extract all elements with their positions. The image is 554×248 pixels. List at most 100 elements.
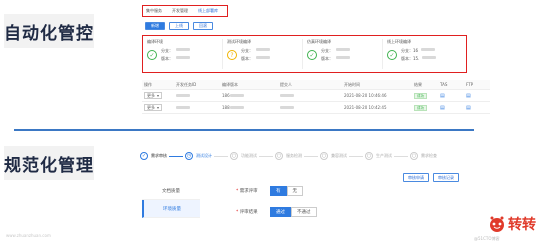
circle-icon: ○ [320,152,328,160]
check-icon: ✓ [140,152,148,160]
document-icon[interactable]: ▤ [466,93,471,99]
document-icon[interactable]: ▤ [466,105,471,111]
status-badge: 成功 [414,92,427,99]
deploy-button[interactable]: 上线 [169,22,189,30]
table-row: 更多 ▾ 188 2021-08-20 10:42:45 成功 ▤ ▤ [142,102,490,114]
form-label: * 评审结果 [236,210,258,215]
document-icon[interactable]: ▤ [440,105,445,111]
rollback-button[interactable]: 回滚 [193,22,213,30]
tab-central-service[interactable]: 集中服务 [146,8,162,14]
build-version: 186 [222,93,280,98]
form-label: * 需求评审 [236,189,258,194]
check-circle-icon: ✓ [307,50,317,60]
quality-sidenav: 文档质量 环境质量 [142,182,200,218]
form-row-requirement-review: * 需求评审 有 无 [236,186,317,196]
column-header: 操作 [144,81,152,87]
start-time: 2021-08-20 10:42:45 [344,105,387,110]
submitter [280,105,344,110]
env-title: 测试环境编译 [227,39,251,44]
warning-circle-icon: ? [227,50,237,60]
env-version: 版本： [321,56,333,61]
chevron-down-icon: ▾ [157,93,160,98]
step-function-test[interactable]: ○ 功能测试 [230,152,257,160]
env-card[interactable]: 仿真环境编译 ✓ 分支： 版本： [307,39,383,69]
env-card[interactable]: 测试环境编译 ? 分支： 版本： [227,39,303,69]
tab-online-deploy[interactable]: 线上部署库 [198,8,218,14]
env-branch: 分支： [161,48,173,53]
redacted [176,56,190,59]
env-version: 版本：15. [401,56,420,61]
table-header: 操作 开发任务ID 编译版本 提交人 开始时间 结果 TAS FTP [142,80,490,90]
env-version: 版本： [161,56,173,61]
step-requirement-review[interactable]: ✓ 需求审核 [140,152,167,160]
review-record-button[interactable]: 审核记录 [433,173,459,182]
clock-icon: ◷ [185,152,193,160]
step-requirement-check[interactable]: ○ 需求检查 [410,152,437,160]
env-branch: 分支： [321,48,333,53]
submit-review-button[interactable]: 审核申请 [403,173,429,182]
env-card[interactable]: 编译环境 ✓ 分支： 版本： [147,39,223,69]
option-yes[interactable]: 有 [270,186,287,196]
form-row-review-result: * 评审结果 通过 不通过 [236,207,317,217]
option-fail[interactable]: 不通过 [291,207,317,217]
column-header: 提交人 [280,81,292,87]
submitter [280,93,344,98]
source-credit: @51CTO博客 [474,236,500,241]
column-header: 结果 [414,81,422,87]
check-circle-icon: ✓ [147,50,157,60]
environment-status-panel: 编译环境 ✓ 分支： 版本： 测试环境编译 ? 分支： 版本： 仿真环境编译 ✓… [142,35,467,73]
column-header: 编译版本 [222,81,238,87]
process-steps: ✓ 需求审核 ◷ 测试设计 ○ 功能测试 ○ 服务检测 ○ 兼容测试 ○ 生产测… [140,152,437,160]
env-card[interactable]: 线上环境编译 ✓ 分支：16 版本：15. [387,39,462,69]
build-table: 操作 开发任务ID 编译版本 提交人 开始时间 结果 TAS FTP 更多 ▾ 1… [142,80,490,114]
redacted [336,48,350,51]
step-compat-test[interactable]: ○ 兼容测试 [320,152,347,160]
tab-bar: 集中服务 开发管理 线上部署库 [142,5,228,17]
build-version: 188 [222,105,280,110]
column-header: 开始时间 [344,81,360,87]
step-service-check[interactable]: ○ 服务检测 [275,152,302,160]
toolbar: 新增 上线 回滚 [145,22,213,30]
pass-fail-toggle: 通过 不通过 [270,207,317,217]
redacted [256,56,270,59]
redacted [176,48,190,51]
env-branch: 分支： [241,48,253,53]
watermark: www.zhuanzhuan.com [6,233,51,238]
env-title: 仿真环境编译 [307,39,331,44]
section-label-automation: 自动化管控 [4,14,94,48]
option-no[interactable]: 无 [286,186,303,196]
brand-logo: 转转 [488,214,536,234]
start-time: 2021-08-20 10:46:46 [344,93,387,98]
check-circle-icon: ✓ [387,50,397,60]
document-icon[interactable]: ▤ [440,93,445,99]
env-title: 线上环境编译 [387,39,411,44]
redacted [421,48,436,51]
review-actions: 审核申请 审核记录 [403,173,459,182]
circle-icon: ○ [410,152,418,160]
step-test-design[interactable]: ◷ 测试设计 [185,152,212,160]
section-label-standardization: 规范化管理 [4,146,94,180]
more-dropdown[interactable]: 更多 ▾ [144,104,163,111]
env-title: 编译环境 [147,39,163,44]
task-id [176,105,222,110]
yes-no-toggle: 有 无 [270,186,303,196]
chevron-down-icon: ▾ [157,105,160,110]
status-badge: 成功 [414,104,427,111]
more-dropdown[interactable]: 更多 ▾ [144,92,163,99]
task-id [176,93,222,98]
redacted [336,56,350,59]
circle-icon: ○ [275,152,283,160]
review-form: * 需求评审 有 无 * 评审结果 通过 不通过 [236,186,317,217]
option-pass[interactable]: 通过 [270,207,291,217]
redacted [256,48,270,51]
circle-icon: ○ [230,152,238,160]
step-production-test[interactable]: ○ 生产测试 [365,152,392,160]
circle-icon: ○ [365,152,373,160]
sidenav-item-env-quality[interactable]: 环境质量 [142,200,200,218]
table-row: 更多 ▾ 186 2021-08-20 10:46:46 成功 ▤ ▤ [142,90,490,102]
logo-text: 转转 [508,217,536,233]
new-button[interactable]: 新增 [145,22,165,30]
tab-dev-management[interactable]: 开发管理 [172,8,188,14]
sidenav-item-doc-quality[interactable]: 文档质量 [142,182,200,200]
env-version: 版本： [241,56,253,61]
